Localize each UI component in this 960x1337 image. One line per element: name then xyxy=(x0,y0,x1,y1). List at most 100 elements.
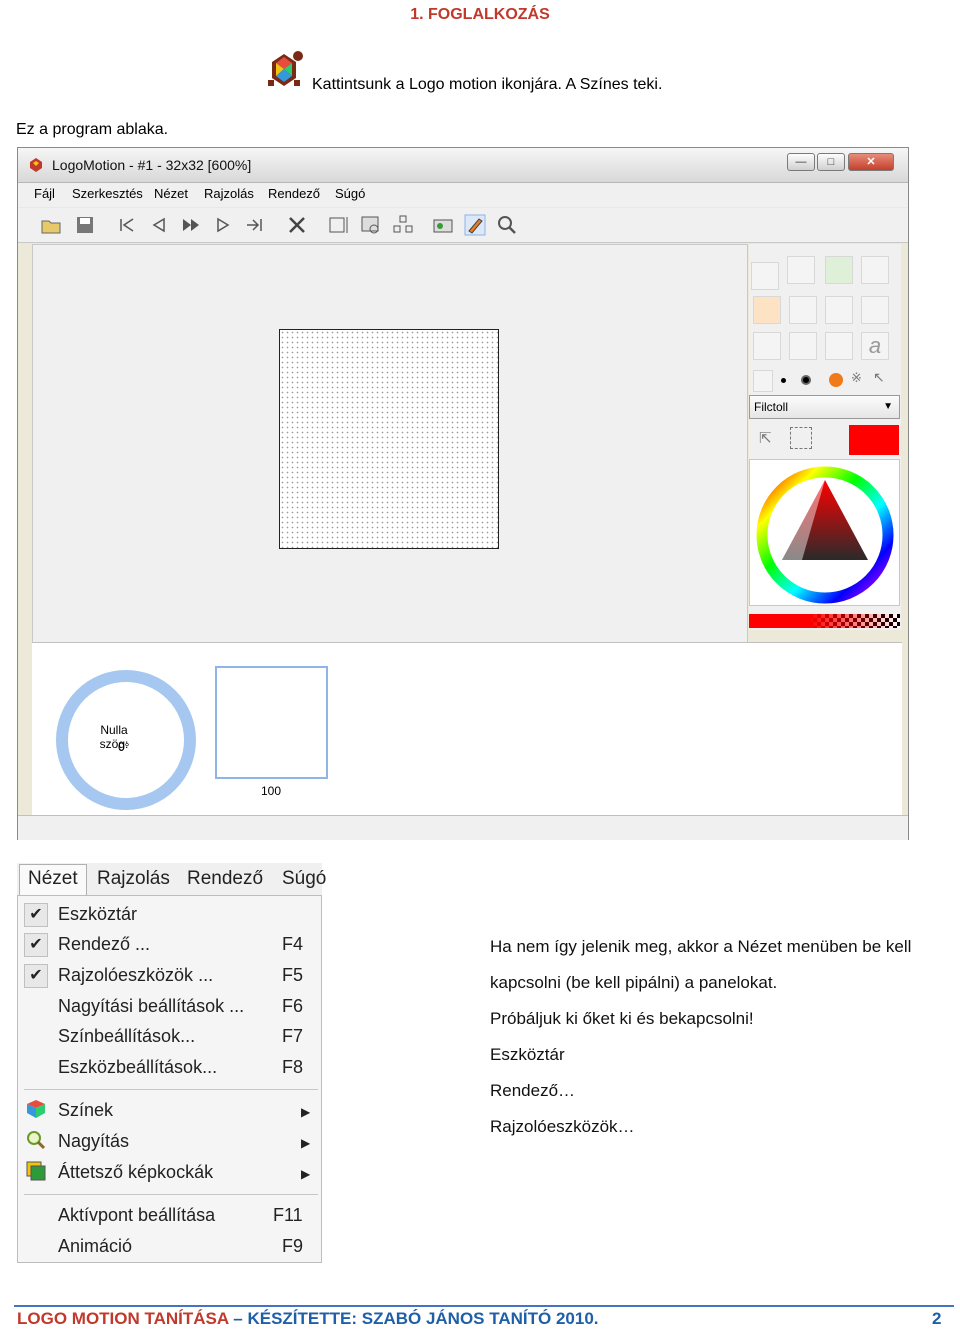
menu-view[interactable]: Nézet xyxy=(154,186,188,201)
menu-help[interactable]: Súgó xyxy=(335,186,365,201)
toolbar xyxy=(18,208,908,243)
menu-organizer[interactable]: Rendező xyxy=(187,868,263,890)
shortcut-f8: F8 xyxy=(282,1057,304,1077)
spray-shape-icon[interactable]: ※ xyxy=(851,370,867,388)
picture-tool-icon[interactable] xyxy=(861,256,889,284)
spray-tool-icon[interactable] xyxy=(825,332,853,360)
brush-color-swatch[interactable] xyxy=(849,425,899,455)
delete-icon[interactable] xyxy=(286,214,308,236)
page-heading: 1. FOGLALKOZÁS xyxy=(410,6,550,23)
menu-help[interactable]: Súgó xyxy=(282,868,326,890)
next-frame-icon[interactable] xyxy=(212,214,234,236)
check-icon: ✔ xyxy=(24,964,48,988)
menu-bar-crop: Nézet Rajzolás Rendező Súgó xyxy=(17,863,326,895)
menu-file[interactable]: Fájl xyxy=(34,186,55,201)
previous-frame-icon[interactable] xyxy=(148,214,170,236)
tool-combo-value: Filctoll xyxy=(754,400,789,414)
menu-organizer[interactable]: Rendező xyxy=(268,186,320,201)
title-bar: LogoMotion - #1 - 32x32 [600%] — □ ✕ xyxy=(18,148,908,183)
menu-item-zoom-settings[interactable]: Nagyítási beállítások ... xyxy=(58,996,244,1017)
fill-tool-icon[interactable] xyxy=(861,296,889,324)
footer-rule xyxy=(14,1305,954,1307)
dot-size-3-icon[interactable] xyxy=(801,375,811,385)
ring-label: Nulla szög: xyxy=(99,723,129,751)
open-folder-icon[interactable] xyxy=(40,214,62,236)
minimize-button[interactable]: — xyxy=(787,153,815,171)
frame-number: 100 xyxy=(261,784,282,798)
app-logo-icon xyxy=(30,158,42,172)
line-tool-icon[interactable] xyxy=(825,296,853,324)
menu-item-tool-settings[interactable]: Eszközbeállítások... xyxy=(58,1057,217,1078)
instruction-line: kapcsolni (be kell pipálni) a panelokat. xyxy=(490,973,778,992)
tool-combo[interactable]: Filctoll ▼ xyxy=(749,395,900,419)
submenu-arrow-icon: ▶ xyxy=(301,1167,311,1181)
check-icon: ✔ xyxy=(24,933,48,957)
footer-text: LOGO MOTION TANÍTÁSA – KÉSZÍTETTE: SZABÓ… xyxy=(17,1309,599,1329)
dot-size-2-icon[interactable] xyxy=(781,378,786,383)
frame-thumbnail[interactable] xyxy=(215,666,328,779)
window-caption: Ez a program ablaka. xyxy=(16,121,169,138)
pixel-canvas[interactable] xyxy=(279,329,499,549)
first-frame-icon[interactable] xyxy=(116,214,138,236)
menu-item-animation[interactable]: Animáció xyxy=(58,1236,132,1257)
intro-text: Kattintsunk a Logo motion ikonjára. A Sz… xyxy=(312,76,663,93)
color-picker-icon[interactable] xyxy=(790,427,812,449)
menu-draw[interactable]: Rajzolás xyxy=(204,186,254,201)
swap-color-icon[interactable]: ⇱ xyxy=(759,429,779,449)
pencil-tool-icon[interactable] xyxy=(464,214,486,236)
dot-size-1-icon[interactable] xyxy=(753,370,773,392)
magnifier-icon xyxy=(27,1131,46,1150)
menu-item-toolbar[interactable]: Eszköztár xyxy=(58,904,137,925)
pen-tool-icon[interactable] xyxy=(753,296,781,324)
menu-item-onion-skin[interactable]: Áttetsző képkockák xyxy=(58,1162,213,1183)
menu-item-hotspot[interactable]: Aktívpont beállítása xyxy=(58,1205,215,1226)
rectangle-tool-icon[interactable] xyxy=(789,332,817,360)
zoom-tool-icon[interactable] xyxy=(496,214,518,236)
cursor-icon[interactable]: ↖ xyxy=(873,369,889,387)
color-wheel-panel[interactable] xyxy=(749,459,900,606)
ring-value: 0° xyxy=(118,740,130,754)
submenu-arrow-icon: ▶ xyxy=(301,1105,311,1119)
eraser-tool-icon[interactable] xyxy=(753,332,781,360)
menu-item-colors[interactable]: Színek xyxy=(58,1100,113,1121)
view-menu-screenshot: Nézet Rajzolás Rendező Súgó ✔ Eszköztár … xyxy=(17,863,326,1263)
save-icon[interactable] xyxy=(74,214,96,236)
text-tool-icon[interactable]: a xyxy=(861,332,889,360)
menu-item-zoom[interactable]: Nagyítás xyxy=(58,1131,129,1152)
shortcut-f7: F7 xyxy=(282,1026,304,1046)
color-wheel-icon[interactable] xyxy=(750,460,901,607)
select-tool-icon[interactable] xyxy=(787,256,815,284)
dot-size-4-icon[interactable] xyxy=(829,373,843,387)
footer-author: KÉSZÍTETTE: SZABÓ JÁNOS TANÍTÓ 2010. xyxy=(247,1309,599,1328)
frames-icon[interactable] xyxy=(328,214,350,236)
check-icon: ✔ xyxy=(24,903,48,927)
stairs-tool-icon[interactable] xyxy=(751,262,779,290)
shortcut-f4: F4 xyxy=(282,934,304,954)
menu-item-color-settings[interactable]: Színbeállítások... xyxy=(58,1026,195,1047)
maximize-button[interactable]: □ xyxy=(817,153,845,171)
menu-draw[interactable]: Rajzolás xyxy=(97,868,170,890)
color-cube-icon xyxy=(27,1100,45,1118)
shortcut-f6: F6 xyxy=(282,996,304,1016)
menu-view[interactable]: Nézet xyxy=(28,868,78,890)
play-icon[interactable] xyxy=(180,214,202,236)
menu-edit[interactable]: Szerkesztés xyxy=(72,186,143,201)
magnifier-tool-icon[interactable] xyxy=(825,256,853,284)
logo-motion-turtle-icon[interactable] xyxy=(262,48,306,92)
menu-item-organizer[interactable]: Rendező ... xyxy=(58,934,150,955)
move-icon[interactable] xyxy=(392,214,414,236)
status-bar xyxy=(18,815,908,840)
camera-icon[interactable] xyxy=(432,214,454,236)
submenu-arrow-icon: ▶ xyxy=(301,1136,311,1150)
shortcut-f5: F5 xyxy=(282,965,304,985)
close-button[interactable]: ✕ xyxy=(848,153,894,171)
preview-icon[interactable] xyxy=(360,214,382,236)
alpha-slider[interactable] xyxy=(749,614,900,628)
shortcut-f11: F11 xyxy=(273,1205,303,1225)
last-frame-icon[interactable] xyxy=(244,214,266,236)
brush-tool-icon[interactable] xyxy=(789,296,817,324)
menu-item-drawing-tools[interactable]: Rajzolóeszközök ... xyxy=(58,965,213,986)
shortcut-f9: F9 xyxy=(282,1236,304,1256)
menu-bar: Fájl Szerkesztés Nézet Rajzolás Rendező … xyxy=(18,183,908,207)
instruction-line: Rajzolóeszközök… xyxy=(490,1117,635,1136)
